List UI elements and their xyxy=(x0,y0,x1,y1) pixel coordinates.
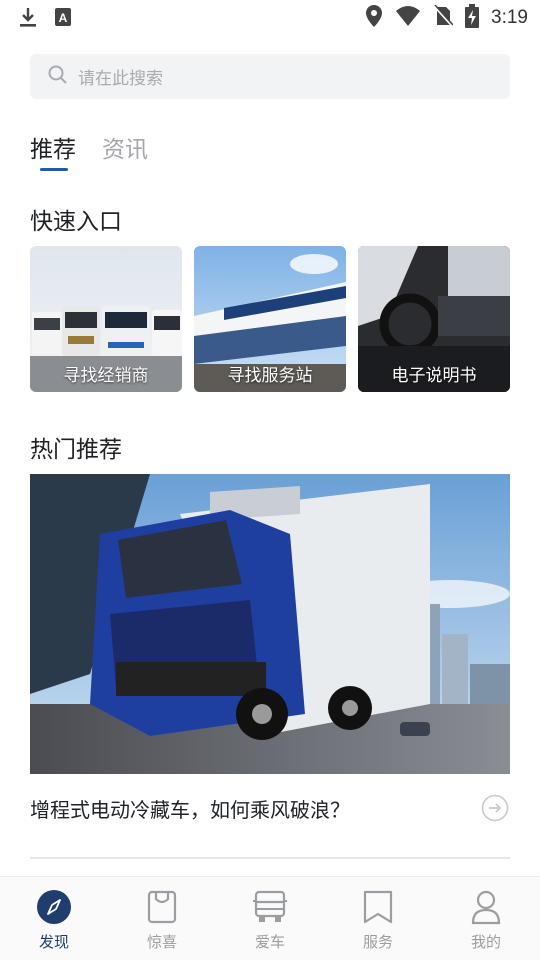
arrow-right-circle-icon[interactable] xyxy=(481,794,509,822)
bookmark-icon xyxy=(360,889,396,925)
search-bar[interactable]: 请在此搜索 xyxy=(30,54,510,99)
nav-my-car-label: 爱车 xyxy=(254,933,285,951)
content-tabs: 推荐 资讯 xyxy=(30,130,148,171)
quick-entry-title: 快速入口 xyxy=(30,209,122,235)
status-time: 3:19 xyxy=(491,7,528,28)
status-right: 3:19 xyxy=(365,4,528,32)
nav-service[interactable]: 服务 xyxy=(338,877,418,960)
hot-article-image[interactable] xyxy=(30,474,510,774)
hot-article-title[interactable]: 增程式电动冷藏车，如何乘风破浪？ xyxy=(30,794,350,823)
wifi-icon xyxy=(395,5,421,31)
shopping-bag-icon xyxy=(144,889,180,925)
quick-entry-service-station[interactable]: 寻找服务站 xyxy=(194,246,346,392)
truck-icon xyxy=(252,889,288,925)
truck-hero-image xyxy=(30,474,510,774)
user-icon xyxy=(468,889,504,925)
compass-icon xyxy=(36,889,72,925)
bottom-nav: 发现 惊喜 爱车 服务 我的 xyxy=(0,876,540,960)
location-icon xyxy=(365,4,383,32)
nav-surprise[interactable]: 惊喜 xyxy=(122,877,202,960)
svg-text:A: A xyxy=(59,11,68,25)
no-sim-icon xyxy=(433,4,454,31)
quick-entry-dealer-label: 寻找经销商 xyxy=(63,366,149,386)
hot-recommend-title: 热门推荐 xyxy=(30,437,122,463)
nav-mine-label: 我的 xyxy=(470,933,501,951)
nav-discover[interactable]: 发现 xyxy=(14,877,94,960)
tab-recommend[interactable]: 推荐 xyxy=(30,130,76,164)
download-icon xyxy=(18,6,38,32)
content-divider xyxy=(30,857,510,859)
quick-entry-dealer[interactable]: 寻找经销商 xyxy=(30,246,182,392)
nav-service-label: 服务 xyxy=(362,933,393,951)
keyboard-a-icon: A xyxy=(54,7,72,31)
search-placeholder: 请在此搜索 xyxy=(78,69,163,89)
quick-entry-manual[interactable]: 电子说明书 xyxy=(358,246,510,392)
status-bar: A 3:19 xyxy=(0,0,540,36)
nav-discover-label: 发现 xyxy=(38,933,69,951)
search-icon xyxy=(48,65,68,89)
battery-charging-icon xyxy=(465,4,480,32)
tab-news[interactable]: 资讯 xyxy=(102,130,148,164)
nav-my-car[interactable]: 爱车 xyxy=(230,877,310,960)
nav-mine[interactable]: 我的 xyxy=(446,877,526,960)
status-left: A xyxy=(18,6,72,32)
active-tab-indicator xyxy=(40,168,68,171)
quick-entry-manual-label: 电子说明书 xyxy=(391,366,477,386)
nav-surprise-label: 惊喜 xyxy=(146,933,177,951)
quick-entry-service-label: 寻找服务站 xyxy=(227,366,313,386)
